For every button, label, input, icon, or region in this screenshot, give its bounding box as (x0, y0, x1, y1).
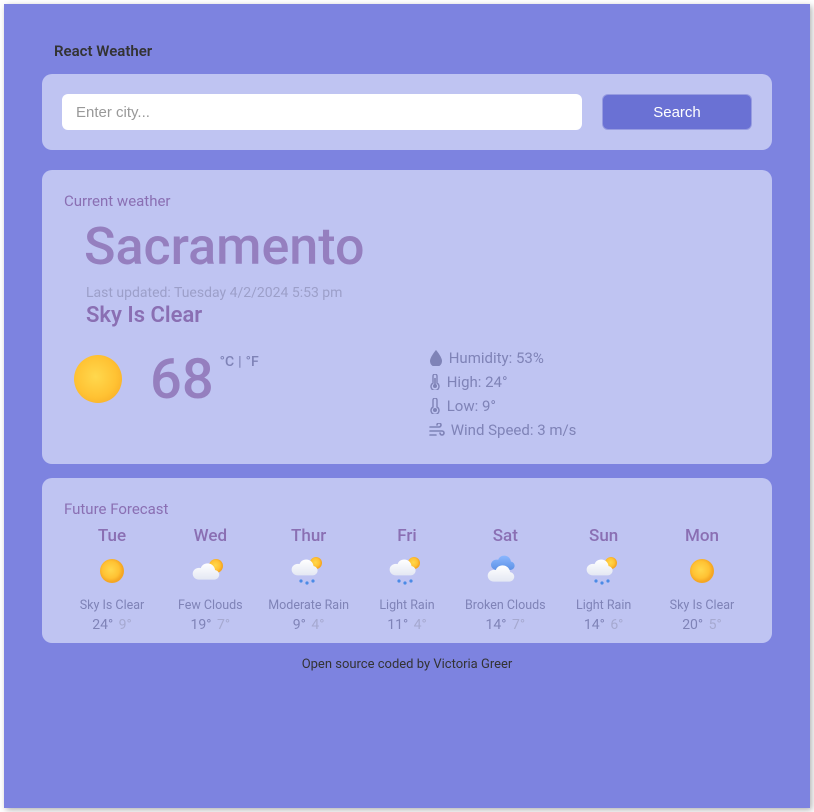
forecast-condition: Light Rain (359, 598, 455, 613)
thermometer-low-icon (429, 398, 441, 414)
section-label-current: Current weather (64, 192, 750, 210)
rain-sun-icon (584, 554, 624, 588)
high-text: High: 24° (447, 370, 508, 394)
forecast-day-name: Tue (64, 526, 160, 546)
forecast-day-name: Wed (162, 526, 258, 546)
forecast-day: Fri Light Rain 11° 4° (359, 526, 455, 633)
forecast-condition: Sky Is Clear (64, 598, 160, 613)
temp-number: 68 (150, 346, 214, 412)
wind-icon (429, 423, 445, 437)
forecast-day: Sat Broken Clouds 14° 7° (457, 526, 553, 633)
metrics-block: Humidity: 53% High: 24° Low: 9° Wind Spe… (429, 346, 577, 442)
footer-text: Open source coded by Victoria Greer (42, 657, 772, 672)
forecast-condition: Light Rain (556, 598, 652, 613)
forecast-day-name: Fri (359, 526, 455, 546)
low-text: Low: 9° (447, 394, 496, 418)
forecast-day-name: Thur (261, 526, 357, 546)
temperature-value: 68 °C | °F (150, 346, 259, 412)
thermometer-high-icon (429, 374, 441, 390)
forecast-card: Future Forecast TueSky Is Clear24° 9°Wed… (42, 478, 772, 643)
app-root: React Weather Search Current weather Sac… (4, 4, 810, 808)
temp-block: 68 °C | °F (74, 346, 259, 412)
humidity-icon (429, 350, 443, 366)
unit-fahrenheit[interactable]: °F (246, 354, 259, 370)
forecast-condition: Broken Clouds (457, 598, 553, 613)
forecast-temps: 20° 5° (654, 617, 750, 633)
wind-text: Wind Speed: 3 m/s (451, 418, 577, 442)
forecast-temps: 24° 9° (64, 617, 160, 633)
section-label-forecast: Future Forecast (64, 500, 750, 518)
forecast-temps: 11° 4° (359, 617, 455, 633)
city-name: Sacramento (84, 216, 750, 277)
unit-separator: | (238, 354, 241, 370)
forecast-day: Sun Light Rain 14° 6° (556, 526, 652, 633)
clouds-icon (485, 554, 525, 588)
forecast-condition: Sky Is Clear (654, 598, 750, 613)
sun-icon (682, 554, 722, 588)
forecast-temps: 9° 4° (261, 617, 357, 633)
search-button[interactable]: Search (602, 94, 752, 130)
forecast-condition: Moderate Rain (261, 598, 357, 613)
last-updated: Last updated: Tuesday 4/2/2024 5:53 pm (86, 285, 750, 301)
search-bar: Search (42, 74, 772, 150)
sun-icon (74, 355, 122, 403)
forecast-day-name: Sat (457, 526, 553, 546)
forecast-temps: 14° 6° (556, 617, 652, 633)
forecast-row: Tue Sky Is Clear 24° 9° Wed Few Clouds 19° 7°… (64, 526, 750, 633)
forecast-day: Mon Sky Is Clear 20° 5° (654, 526, 750, 633)
forecast-temps: 14° 7° (457, 617, 553, 633)
forecast-day-name: Sun (556, 526, 652, 546)
search-input[interactable] (62, 94, 582, 130)
rain-sun-icon (387, 554, 427, 588)
forecast-day: Wed Few Clouds 19° 7° (162, 526, 258, 633)
sun-icon (92, 554, 132, 588)
forecast-day-name: Mon (654, 526, 750, 546)
forecast-day: Thur Moderate Rain 9° 4° (261, 526, 357, 633)
forecast-day: Tue Sky Is Clear 24° 9° (64, 526, 160, 633)
unit-toggle: °C | °F (220, 354, 259, 370)
app-title: React Weather (54, 42, 772, 60)
condition-text: Sky Is Clear (86, 303, 750, 328)
unit-celsius[interactable]: °C (220, 354, 235, 370)
current-weather-card: Current weather Sacramento Last updated:… (42, 170, 772, 464)
rain-sun-icon (289, 554, 329, 588)
few-clouds-icon (190, 554, 230, 588)
forecast-temps: 19° 7° (162, 617, 258, 633)
forecast-condition: Few Clouds (162, 598, 258, 613)
humidity-text: Humidity: 53% (449, 346, 544, 370)
